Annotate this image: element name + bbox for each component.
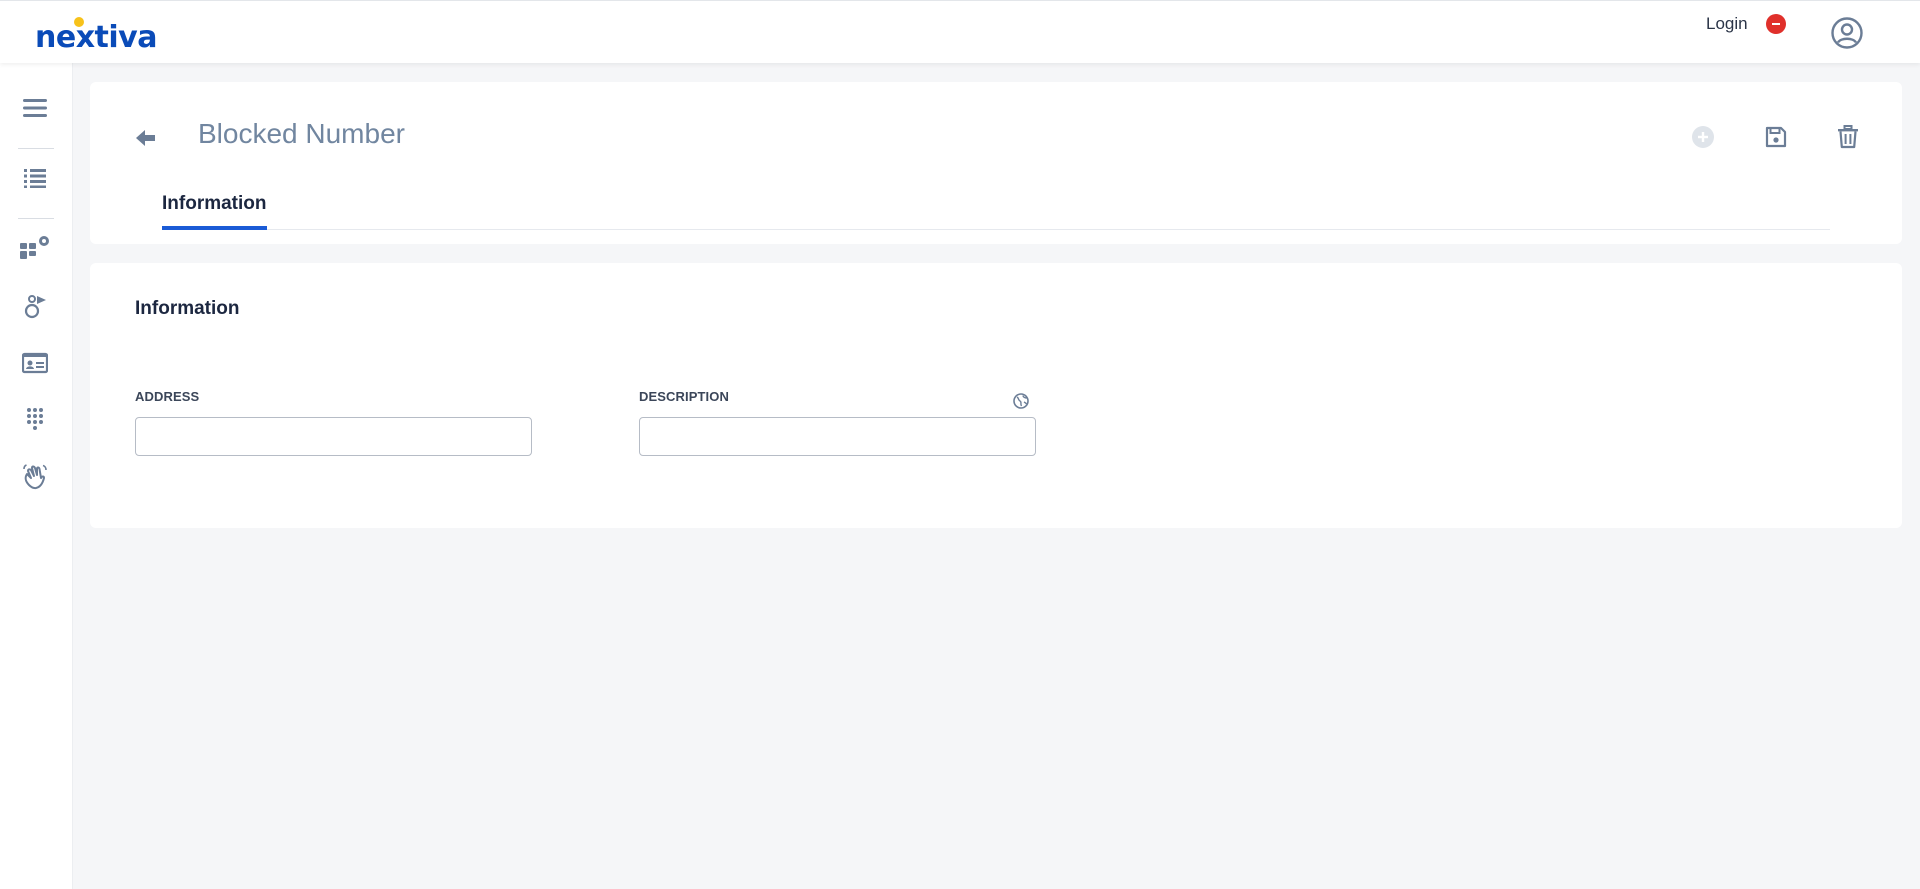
status-badge[interactable] — [1766, 14, 1786, 34]
address-label: ADDRESS — [135, 389, 200, 404]
nextiva-logo[interactable]: nextiva — [35, 17, 157, 55]
contact-card-icon — [22, 352, 48, 374]
rail-divider — [18, 148, 54, 149]
tab-bar: Information — [162, 188, 1830, 230]
user-account-button[interactable] — [1830, 16, 1864, 50]
address-input[interactable] — [135, 417, 532, 456]
save-button[interactable] — [1761, 122, 1791, 152]
top-bar: nextiva Login — [0, 0, 1920, 63]
apps-settings-icon — [20, 236, 49, 259]
back-button[interactable] — [132, 124, 160, 152]
list-icon — [24, 169, 46, 188]
rail-item-dialpad[interactable] — [19, 404, 51, 436]
menu-icon — [23, 99, 47, 117]
page-title: Blocked Number — [198, 118, 405, 149]
rail-item-contacts[interactable] — [19, 347, 51, 379]
information-form-card: Information ADDRESS DESCRIPTION — [90, 263, 1902, 528]
rail-item-apps[interactable] — [19, 232, 51, 264]
rail-item-menu[interactable] — [19, 92, 51, 124]
rail-divider — [18, 218, 54, 219]
delete-button[interactable] — [1833, 122, 1863, 152]
tab-information[interactable]: Information — [162, 188, 267, 230]
user-routing-icon — [24, 295, 46, 319]
left-navigation-rail — [0, 63, 73, 889]
globe-icon — [1013, 393, 1029, 409]
translate-button[interactable] — [1012, 392, 1030, 410]
arrow-left-icon — [136, 130, 155, 146]
logo-text: nextiva — [35, 20, 157, 55]
description-label: DESCRIPTION — [639, 389, 729, 404]
description-input[interactable] — [639, 417, 1036, 456]
user-circle-icon — [1831, 17, 1863, 49]
login-link[interactable]: Login — [1706, 14, 1748, 34]
save-icon — [1765, 126, 1787, 148]
add-circle-icon — [1692, 126, 1714, 148]
rail-item-list[interactable] — [19, 162, 51, 194]
logo-dot — [74, 17, 84, 27]
rail-item-greetings[interactable] — [19, 461, 51, 493]
wave-hand-icon — [23, 464, 47, 490]
rail-item-routing[interactable] — [19, 290, 51, 322]
trash-icon — [1838, 125, 1858, 149]
dialpad-icon — [27, 408, 43, 430]
add-button[interactable] — [1688, 122, 1718, 152]
page-header-card: Blocked Number Information — [90, 82, 1902, 244]
section-title: Information — [135, 298, 240, 319]
